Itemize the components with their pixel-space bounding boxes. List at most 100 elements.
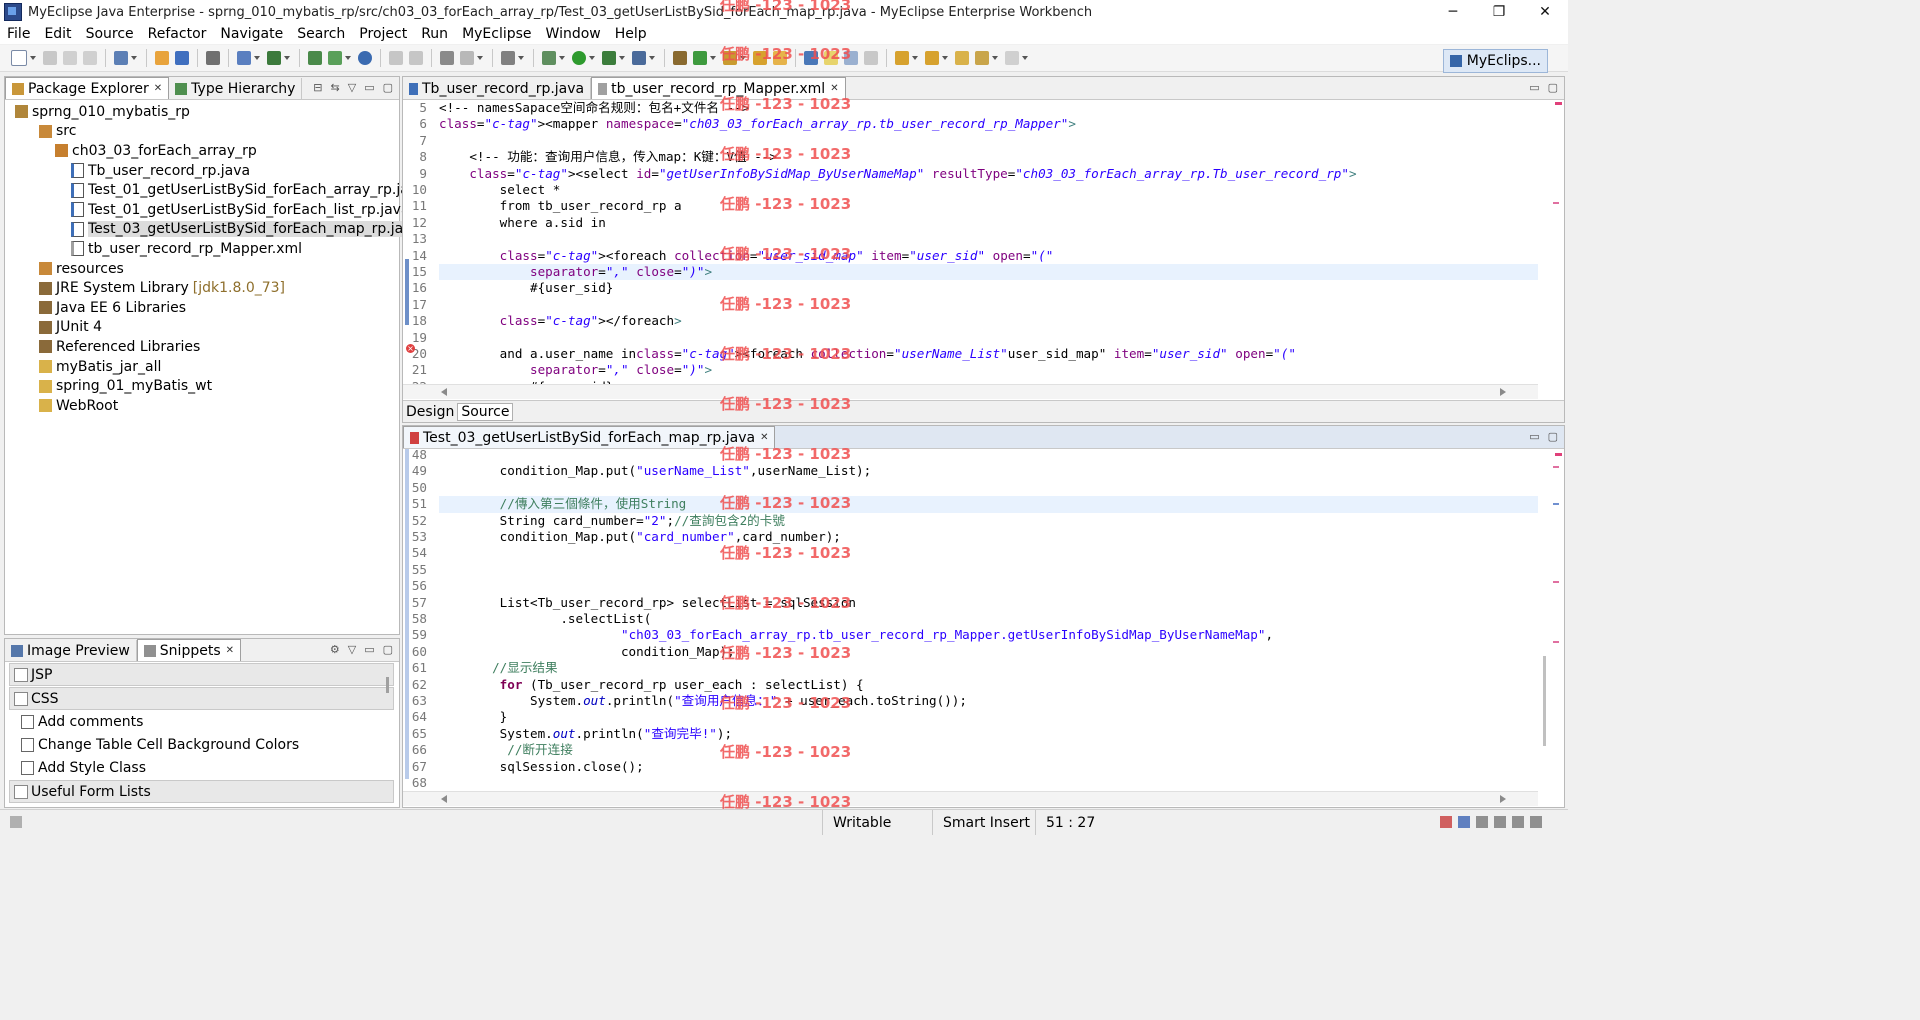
menu-run[interactable]: Run bbox=[414, 26, 455, 42]
collapse-all-icon[interactable]: ⊟ bbox=[313, 81, 322, 94]
menu-navigate[interactable]: Navigate bbox=[213, 26, 290, 42]
link-editor-icon[interactable]: ⇆ bbox=[331, 81, 340, 94]
tree-item[interactable]: Test_01_getUserListBySid_forEach_list_rp… bbox=[5, 200, 410, 220]
tree-item[interactable]: myBatis_jar_all bbox=[5, 357, 399, 377]
view-menu-icon[interactable]: ▽ bbox=[348, 81, 356, 94]
java-source-editor[interactable]: 48 49 condition_Map.put("userName_List",u… bbox=[403, 447, 1538, 791]
menu-help[interactable]: Help bbox=[608, 26, 654, 42]
new-class-icon[interactable] bbox=[175, 51, 189, 65]
close-tab-icon[interactable]: ✕ bbox=[154, 83, 162, 94]
close-button[interactable]: ✕ bbox=[1522, 0, 1568, 24]
menu-window[interactable]: Window bbox=[539, 26, 608, 42]
code-line[interactable]: and a.user_name inclass="c-tag"><foreach… bbox=[439, 346, 1296, 362]
code-line[interactable]: "ch03_03_forEach_array_rp.tb_user_record… bbox=[439, 627, 1273, 643]
open-resource-icon[interactable] bbox=[409, 51, 423, 65]
code-line[interactable]: #{user_sid} bbox=[439, 280, 613, 296]
tree-item[interactable]: spring_01_myBatis_wt bbox=[5, 376, 399, 396]
menu-edit[interactable]: Edit bbox=[37, 26, 78, 42]
tree-item[interactable]: Test_03_getUserListBySid_forEach_map_rp.… bbox=[5, 220, 421, 240]
java-horizontal-scrollbar[interactable] bbox=[403, 791, 1538, 806]
java-vertical-scrollbar[interactable] bbox=[1543, 656, 1546, 746]
menu-source[interactable]: Source bbox=[79, 26, 141, 42]
perspective-switcher[interactable]: MyEclips... bbox=[1442, 49, 1548, 73]
tab-package-explorer[interactable]: Package Explorer ✕ bbox=[5, 77, 170, 99]
error-log-icon[interactable] bbox=[1440, 816, 1452, 828]
fast-view-icon[interactable] bbox=[10, 816, 22, 828]
code-line[interactable]: class="c-tag"><mapper namespace="ch03_03… bbox=[439, 116, 1076, 132]
console-icon[interactable] bbox=[1476, 816, 1488, 828]
minimize-view-icon[interactable]: ▭ bbox=[364, 81, 374, 94]
jsp-icon[interactable] bbox=[328, 51, 342, 65]
overview-error-marker[interactable] bbox=[1555, 453, 1562, 456]
maximize-editor-icon[interactable]: ▢ bbox=[1548, 430, 1558, 443]
view-menu-icon[interactable]: ▽ bbox=[348, 643, 356, 656]
maximize-editor-icon[interactable]: ▢ bbox=[1548, 81, 1558, 94]
tab-tb-user-record-java[interactable]: Tb_user_record_rp.java bbox=[403, 78, 592, 99]
tree-item[interactable]: WebRoot bbox=[5, 396, 399, 416]
save-all-icon[interactable] bbox=[63, 51, 77, 65]
last-edit-icon[interactable] bbox=[955, 51, 969, 65]
menu-project[interactable]: Project bbox=[352, 26, 414, 42]
tree-item[interactable]: tb_user_record_rp_Mapper.xml bbox=[5, 239, 399, 259]
code-line[interactable]: <!-- namesSapace空间命名规则：包名+文件名 --> bbox=[439, 100, 749, 116]
progress-icon[interactable] bbox=[1458, 816, 1470, 828]
tree-item[interactable]: Referenced Libraries bbox=[5, 337, 399, 357]
menu-file[interactable]: File bbox=[0, 26, 37, 42]
whitespace-icon[interactable] bbox=[864, 51, 878, 65]
refresh-icon[interactable] bbox=[693, 51, 707, 65]
open-file-icon[interactable] bbox=[389, 51, 403, 65]
code-line[interactable]: condition_Map); bbox=[439, 644, 735, 660]
back-icon[interactable] bbox=[975, 51, 989, 65]
overview-marker[interactable] bbox=[1553, 503, 1559, 505]
snippet-item[interactable]: Change Table Cell Background Colors bbox=[5, 733, 399, 756]
menu-search[interactable]: Search bbox=[290, 26, 352, 42]
code-line[interactable]: sqlSession.close(); bbox=[439, 759, 644, 775]
snippet-category[interactable]: Useful Form Lists bbox=[9, 780, 394, 803]
open-type-icon[interactable] bbox=[114, 51, 128, 65]
tree-item[interactable]: Java EE 6 Libraries bbox=[5, 298, 399, 318]
code-line[interactable]: class="c-tag"></foreach> bbox=[439, 313, 682, 329]
external-tools-icon[interactable] bbox=[632, 51, 646, 65]
run-server-icon[interactable] bbox=[267, 51, 281, 65]
overview-marker[interactable] bbox=[1553, 581, 1559, 583]
problems-icon[interactable] bbox=[1494, 816, 1506, 828]
customize-icon[interactable]: ⚙ bbox=[330, 643, 340, 656]
save-icon[interactable] bbox=[43, 51, 57, 65]
code-line[interactable]: where a.sid in bbox=[439, 215, 606, 231]
xml-horizontal-scrollbar[interactable] bbox=[403, 384, 1538, 399]
servers-icon[interactable] bbox=[1512, 816, 1524, 828]
snippet-category[interactable]: CSS bbox=[9, 687, 394, 710]
server-icon[interactable] bbox=[206, 51, 220, 65]
build-icon[interactable] bbox=[460, 51, 474, 65]
design-tab[interactable]: Design bbox=[403, 404, 457, 420]
camera-icon[interactable] bbox=[501, 51, 515, 65]
tree-item[interactable]: JUnit 4 bbox=[5, 318, 399, 338]
overview-marker[interactable] bbox=[1553, 466, 1559, 468]
overview-marker[interactable] bbox=[1553, 641, 1559, 643]
snippet-category[interactable]: JSP bbox=[9, 663, 394, 686]
tree-item[interactable]: Test_01_getUserListBySid_forEach_array_r… bbox=[5, 180, 426, 200]
overview-error-marker[interactable] bbox=[1555, 102, 1562, 105]
print-icon[interactable] bbox=[83, 51, 97, 65]
code-line[interactable]: //显示结果 bbox=[439, 660, 558, 676]
code-line[interactable]: System.out.println("查询完毕!"); bbox=[439, 726, 732, 742]
snippet-item[interactable]: Add comments bbox=[5, 710, 399, 733]
new-web-project-icon[interactable] bbox=[308, 51, 322, 65]
xml-source-editor[interactable]: 5 <!-- namesSapace空间命名规则：包名+文件名 --> 6 class… bbox=[403, 100, 1538, 384]
tree-item[interactable]: Tb_user_record_rp.java bbox=[5, 161, 399, 181]
snippet-item[interactable]: Add Style Class bbox=[5, 756, 399, 779]
tab-type-hierarchy[interactable]: Type Hierarchy bbox=[169, 78, 303, 99]
new-java-icon[interactable] bbox=[673, 51, 687, 65]
overview-marker[interactable] bbox=[1553, 202, 1559, 204]
snippet-item[interactable]: List 50 States Full N... bbox=[5, 803, 399, 808]
code-line[interactable]: String card_number="2";//查詢包含2的卡號 bbox=[439, 513, 785, 529]
menu-myeclipse[interactable]: MyEclipse bbox=[455, 26, 538, 42]
tree-item[interactable]: ch03_03_forEach_array_rp bbox=[5, 141, 399, 161]
outline-icon[interactable] bbox=[1530, 816, 1542, 828]
new-icon[interactable] bbox=[11, 50, 27, 66]
tree-item[interactable]: sprng_010_mybatis_rp bbox=[5, 102, 399, 122]
close-tab-icon[interactable]: ✕ bbox=[760, 432, 768, 443]
run-last-icon[interactable] bbox=[602, 51, 616, 65]
debug-config-icon[interactable] bbox=[440, 51, 454, 65]
close-tab-icon[interactable]: ✕ bbox=[226, 645, 234, 656]
